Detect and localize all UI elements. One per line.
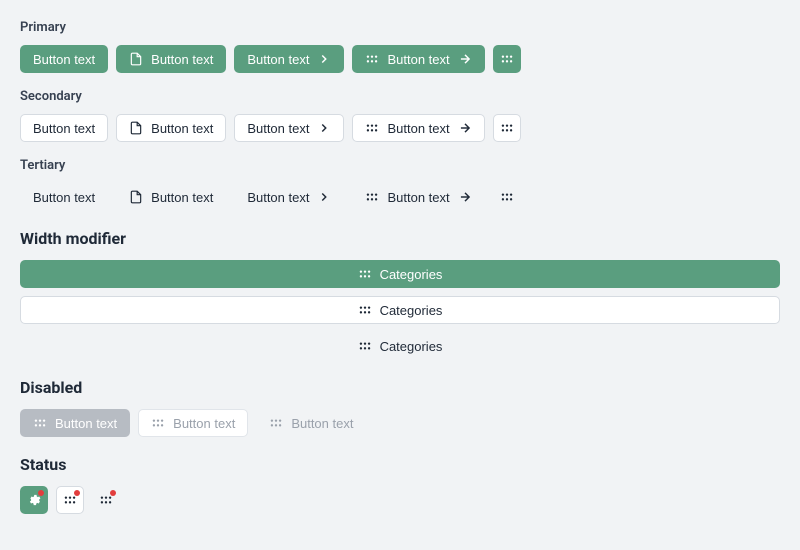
arrow-right-icon <box>458 52 472 66</box>
primary-button[interactable]: Button text <box>20 45 108 73</box>
secondary-button-with-leading-icon[interactable]: Button text <box>116 114 226 142</box>
primary-icon-button[interactable] <box>493 45 521 73</box>
disabled-tertiary-button: Button text <box>256 409 366 437</box>
button-label: Button text <box>33 190 95 205</box>
document-icon <box>129 190 143 204</box>
grid-icon <box>269 416 283 430</box>
status-badge <box>110 490 116 496</box>
button-label: Button text <box>247 52 309 67</box>
section-label-secondary: Secondary <box>20 89 780 104</box>
document-icon <box>129 121 143 135</box>
chevron-right-icon <box>317 52 331 66</box>
grid-icon <box>358 303 372 317</box>
button-label: Button text <box>387 190 449 205</box>
chevron-right-icon <box>317 190 331 204</box>
status-primary-icon-button[interactable] <box>20 486 48 514</box>
grid-icon <box>365 190 379 204</box>
grid-icon <box>500 190 514 204</box>
tertiary-button-with-both-icons[interactable]: Button text <box>352 183 484 211</box>
button-label: Categories <box>380 267 443 282</box>
chevron-right-icon <box>317 121 331 135</box>
button-label: Button text <box>33 52 95 67</box>
grid-icon <box>33 416 47 430</box>
row-disabled: Button text Button text Button text <box>20 409 780 437</box>
primary-button-with-leading-icon[interactable]: Button text <box>116 45 226 73</box>
secondary-button[interactable]: Button text <box>20 114 108 142</box>
section-heading-status: Status <box>20 455 780 474</box>
grid-icon <box>500 52 514 66</box>
section-label-primary: Primary <box>20 20 780 35</box>
button-label: Button text <box>151 190 213 205</box>
arrow-right-icon <box>458 190 472 204</box>
button-label: Button text <box>55 416 117 431</box>
tertiary-icon-button[interactable] <box>493 183 521 211</box>
fullwidth-tertiary-button[interactable]: Categories <box>20 332 780 360</box>
disabled-secondary-button: Button text <box>138 409 248 437</box>
fullwidth-primary-button[interactable]: Categories <box>20 260 780 288</box>
grid-icon <box>151 416 165 430</box>
button-label: Button text <box>291 416 353 431</box>
disabled-primary-button: Button text <box>20 409 130 437</box>
document-icon <box>129 52 143 66</box>
row-status <box>20 486 780 514</box>
status-badge <box>38 490 44 496</box>
tertiary-button-with-leading-icon[interactable]: Button text <box>116 183 226 211</box>
button-label: Categories <box>380 303 443 318</box>
row-tertiary: Button text Button text Button text Butt… <box>20 183 780 211</box>
arrow-right-icon <box>458 121 472 135</box>
secondary-button-with-both-icons[interactable]: Button text <box>352 114 484 142</box>
button-label: Button text <box>33 121 95 136</box>
row-secondary: Button text Button text Button text Butt… <box>20 114 780 142</box>
primary-button-with-both-icons[interactable]: Button text <box>352 45 484 73</box>
button-label: Button text <box>387 52 449 67</box>
grid-icon <box>500 121 514 135</box>
primary-button-with-trailing-chevron[interactable]: Button text <box>234 45 344 73</box>
secondary-button-with-trailing-chevron[interactable]: Button text <box>234 114 344 142</box>
grid-icon <box>358 267 372 281</box>
row-primary: Button text Button text Button text Butt… <box>20 45 780 73</box>
section-label-tertiary: Tertiary <box>20 158 780 173</box>
button-label: Button text <box>387 121 449 136</box>
button-label: Button text <box>173 416 235 431</box>
fullwidth-secondary-button[interactable]: Categories <box>20 296 780 324</box>
status-secondary-icon-button[interactable] <box>56 486 84 514</box>
button-label: Button text <box>247 190 309 205</box>
button-label: Categories <box>380 339 443 354</box>
tertiary-button[interactable]: Button text <box>20 183 108 211</box>
grid-icon <box>358 339 372 353</box>
status-tertiary-icon-button[interactable] <box>92 486 120 514</box>
col-width: Categories Categories Categories <box>20 260 780 360</box>
tertiary-button-with-trailing-chevron[interactable]: Button text <box>234 183 344 211</box>
status-badge <box>74 490 80 496</box>
grid-icon <box>365 121 379 135</box>
button-label: Button text <box>151 52 213 67</box>
button-label: Button text <box>247 121 309 136</box>
section-heading-disabled: Disabled <box>20 378 780 397</box>
grid-icon <box>365 52 379 66</box>
button-label: Button text <box>151 121 213 136</box>
secondary-icon-button[interactable] <box>493 114 521 142</box>
section-heading-width: Width modifier <box>20 229 780 248</box>
